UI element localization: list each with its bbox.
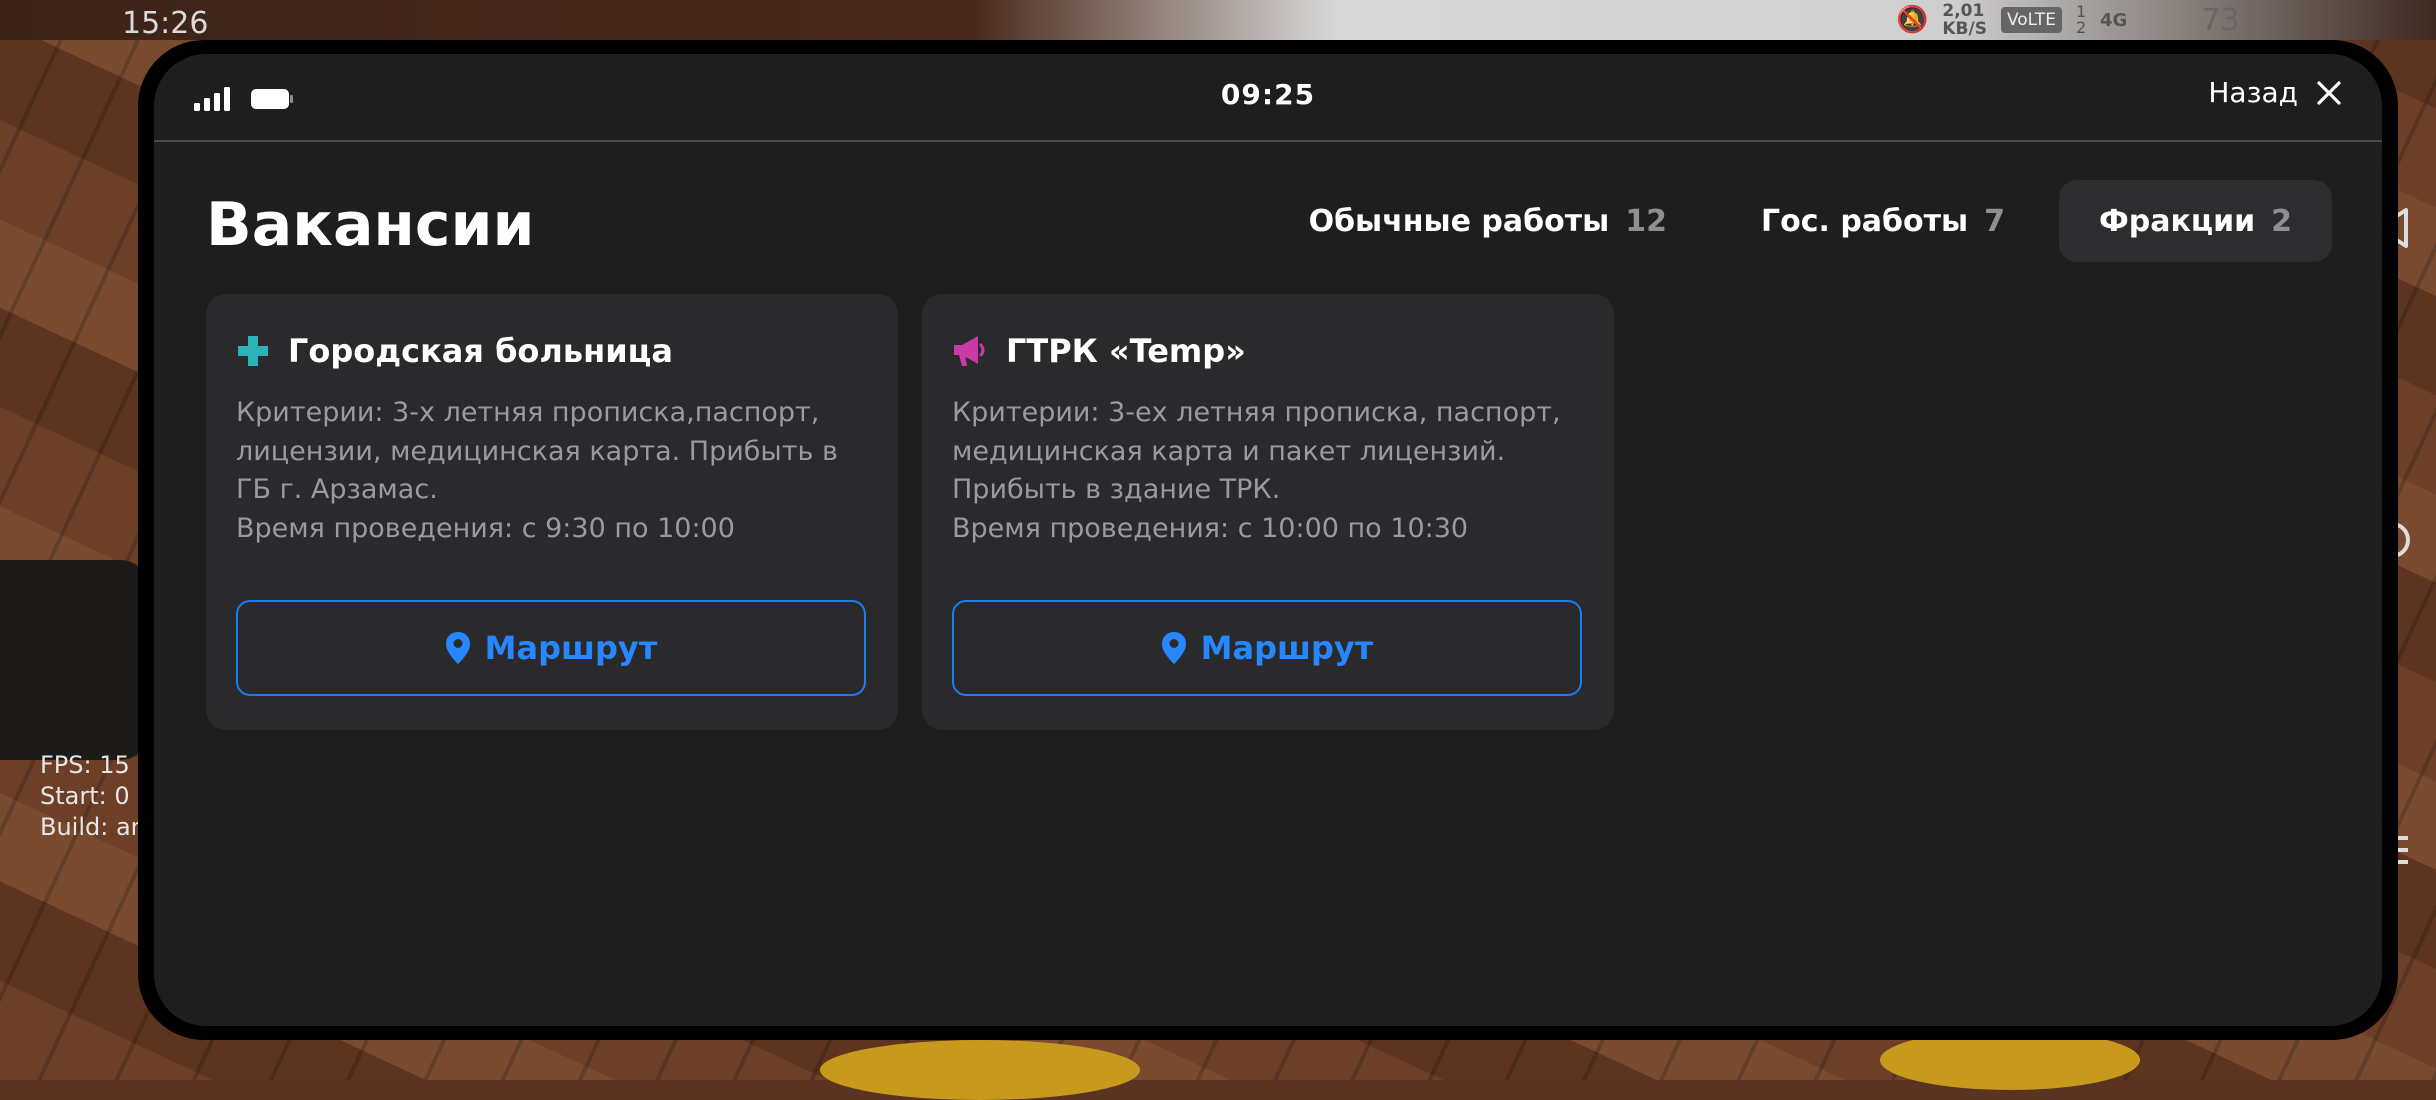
debug-start: Start: 0 xyxy=(40,782,130,810)
mute-icon: 🔕 xyxy=(1896,5,1929,35)
category-tabs: Обычные работы 12 Гос. работы 7 Фракции … xyxy=(1269,180,2332,262)
route-button-label: Маршрут xyxy=(484,629,658,667)
phone-frame: 09:25 Назад Вакансии Обычные работы 12 Г… xyxy=(138,40,2398,1040)
battery-level: 73 xyxy=(2201,2,2240,38)
game-object xyxy=(820,1040,1140,1100)
net-speed-value: 2,01 xyxy=(1942,1,1985,21)
vacancy-card: Городская больница Критерии: 3-х летняя … xyxy=(206,294,898,730)
card-time: Время проведения: с 9:30 по 10:00 xyxy=(236,512,735,544)
system-clock: 15:26 xyxy=(122,6,209,41)
route-button[interactable]: Маршрут xyxy=(236,600,866,696)
location-pin-icon xyxy=(1161,632,1186,664)
route-button-label: Маршрут xyxy=(1200,629,1374,667)
debug-fps: FPS: 15 xyxy=(40,751,130,779)
phone-time: 09:25 xyxy=(1220,78,1316,111)
card-criteria: Критерии: 3-х летняя прописка,паспорт, л… xyxy=(236,397,838,505)
route-button[interactable]: Маршрут xyxy=(952,600,1582,696)
card-header: ГТРК «Temp» xyxy=(952,332,1246,370)
close-icon xyxy=(2317,80,2341,105)
tab-label: Обычные работы xyxy=(1308,203,1610,239)
card-header: Городская больница xyxy=(236,332,673,370)
tab-regular-jobs[interactable]: Обычные работы 12 xyxy=(1269,180,1707,262)
card-time: Время проведения: с 10:00 по 10:30 xyxy=(952,512,1469,544)
card-title: ГТРК «Temp» xyxy=(1006,332,1246,370)
tab-gov-jobs[interactable]: Гос. работы 7 xyxy=(1721,180,2045,262)
net-speed-unit: KB/S xyxy=(1942,19,1987,39)
page-title: Вакансии xyxy=(206,190,535,260)
card-description: Критерии: 3-ех летняя прописка, паспорт,… xyxy=(952,394,1592,548)
back-button[interactable]: Назад xyxy=(2208,76,2342,109)
tab-count: 2 xyxy=(2271,203,2292,239)
card-criteria: Критерии: 3-ех летняя прописка, паспорт,… xyxy=(952,397,1561,505)
debug-build: Build: ar xyxy=(40,813,141,841)
tab-count: 12 xyxy=(1625,203,1667,239)
debug-overlay: FPS: 15 Start: 0 Build: ar xyxy=(40,750,141,843)
system-status-bar: 🔕 2,01 KB/S VoLTE 1 2 4G 73 xyxy=(1896,2,2239,38)
volte-badge: VoLTE xyxy=(2000,7,2062,33)
net-speed: 2,01 KB/S xyxy=(1942,2,1987,38)
phone-screen: 09:25 Назад Вакансии Обычные работы 12 Г… xyxy=(154,54,2382,1026)
medical-cross-icon xyxy=(238,336,268,366)
tab-count: 7 xyxy=(1984,203,2006,239)
sim-slots: 1 2 xyxy=(2075,2,2087,37)
card-description: Критерии: 3-х летняя прописка,паспорт, л… xyxy=(236,394,876,548)
vacancy-list: Городская больница Критерии: 3-х летняя … xyxy=(206,294,1614,730)
phone-status-bar: 09:25 Назад xyxy=(154,54,2382,142)
tab-label: Гос. работы xyxy=(1760,203,1969,239)
network-type: 4G xyxy=(2099,9,2128,31)
card-title: Городская больница xyxy=(288,332,673,370)
vacancy-card: ГТРК «Temp» Критерии: 3-ех летняя пропис… xyxy=(922,294,1614,730)
game-object xyxy=(0,560,150,760)
location-pin-icon xyxy=(445,632,470,664)
megaphone-icon xyxy=(954,336,985,366)
back-label: Назад xyxy=(2208,76,2298,109)
tab-label: Фракции xyxy=(2099,203,2256,239)
tab-factions[interactable]: Фракции 2 xyxy=(2059,180,2332,262)
